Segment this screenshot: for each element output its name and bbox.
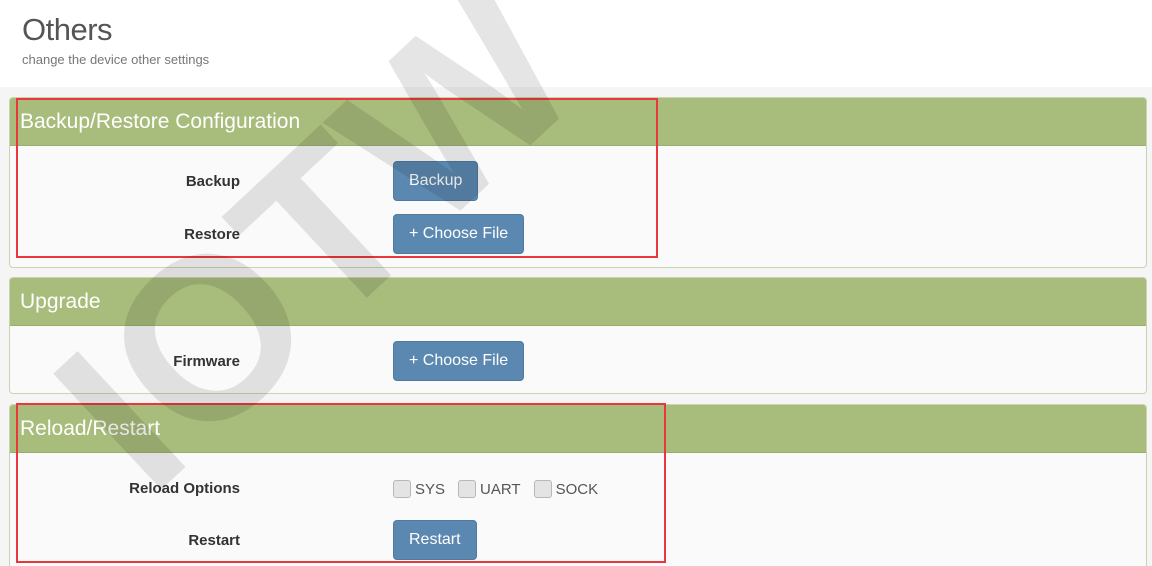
- reload-option-sys[interactable]: SYS: [393, 480, 445, 498]
- backup-restore-panel: Backup/Restore Configuration Backup Back…: [9, 97, 1147, 268]
- restore-label: Restore: [184, 226, 240, 243]
- uart-checkbox[interactable]: [458, 480, 477, 498]
- backup-label: Backup: [185, 173, 240, 190]
- restore-row: Restore + Choose File: [10, 214, 1146, 256]
- page-subtitle: change the device other settings: [22, 52, 210, 67]
- sys-checkbox[interactable]: [393, 480, 411, 498]
- backup-row: Backup Backup: [10, 161, 1146, 203]
- upgrade-heading: Upgrade: [10, 278, 1146, 326]
- reload-restart-panel: Reload/Restart Reload Options SYS UART S…: [9, 404, 1147, 566]
- firmware-choose-file-button[interactable]: + Choose File: [393, 341, 525, 381]
- restore-choose-file-button[interactable]: + Choose File: [393, 214, 525, 254]
- sys-option-label: SYS: [415, 480, 446, 498]
- reload-options-label: Reload Options: [129, 480, 240, 497]
- reload-restart-heading: Reload/Restart: [10, 405, 1146, 453]
- page-title: Others: [22, 12, 113, 47]
- page: Others change the device other settings …: [0, 0, 1152, 566]
- reload-option-uart[interactable]: UART: [458, 480, 521, 498]
- firmware-row: Firmware + Choose File: [10, 341, 1146, 383]
- sock-checkbox[interactable]: [533, 480, 552, 498]
- restart-button[interactable]: Restart: [393, 520, 477, 560]
- page-header: Others change the device other settings: [22, 10, 209, 67]
- reload-options-row: Reload Options SYS UART SOCK: [10, 468, 1146, 510]
- reload-option-sock[interactable]: SOCK: [533, 480, 599, 498]
- reload-options-group: SYS UART SOCK: [393, 468, 611, 510]
- uart-option-label: UART: [480, 480, 521, 498]
- upgrade-panel: Upgrade Firmware + Choose File: [9, 277, 1147, 394]
- restart-label: Restart: [188, 532, 240, 549]
- firmware-label: Firmware: [173, 353, 240, 370]
- sock-option-label: SOCK: [555, 480, 599, 498]
- backup-restore-heading: Backup/Restore Configuration: [10, 98, 1146, 146]
- backup-button[interactable]: Backup: [393, 161, 479, 201]
- restart-row: Restart Restart: [10, 520, 1146, 562]
